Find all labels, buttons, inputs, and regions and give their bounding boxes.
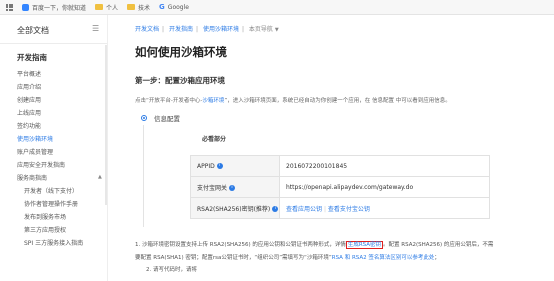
sidebar-section-title[interactable]: 开发指南 (17, 52, 47, 63)
breadcrumb-item[interactable]: 使用沙箱环境 (203, 26, 239, 33)
must-read-label: 必看部分 (202, 136, 227, 143)
sidebar-subitem-collaborator[interactable]: 协作者管理操作手册 (24, 199, 78, 208)
info-icon[interactable]: i (272, 206, 279, 212)
bookmark-google[interactable]: G Google (159, 3, 189, 11)
info-config-heading: 信息配置 (141, 113, 180, 123)
bookmarks-bar: 百度一下，你就知道 个人 技术 G Google (0, 0, 554, 15)
sidebar-subitem-publish-market[interactable]: 发布到服务市场 (24, 212, 66, 221)
google-icon: G (159, 3, 165, 11)
appid-key: APPID (197, 162, 215, 170)
hamburger-icon[interactable]: ☰ (92, 24, 99, 33)
note-2: 2. 请写代码时，请将 (146, 267, 197, 273)
sidebar-subitem-third-party-auth[interactable]: 第三方应用授权 (24, 225, 66, 234)
baidu-icon (22, 3, 29, 11)
sidebar-item-security-guide[interactable]: 应用安全开发指南 (17, 160, 65, 169)
page-nav-dropdown[interactable]: 本页导航 (249, 26, 273, 33)
table-row: 支付宝网关 i https://openapi.alipaydev.com/gat… (190, 176, 490, 198)
sidebar-item-launch-app[interactable]: 上线应用 (17, 108, 41, 117)
info-icon[interactable]: i (216, 163, 223, 169)
note-1: 1. 沙箱环境密钥设置支持上传 RSA2(SHA256) 的应用公钥和公钥证书两… (135, 240, 494, 249)
sidebar-item-app-intro[interactable]: 应用介绍 (17, 82, 41, 91)
gateway-value: https://openapi.alipaydev.com/gateway.do (279, 176, 490, 198)
sidebar-subitem-offline-pay[interactable]: 开发者（线下支付） (24, 186, 78, 195)
sidebar-item-account-members[interactable]: 账户成员管理 (17, 147, 53, 156)
bookmark-label: 个人 (106, 4, 119, 12)
sidebar-item-platform-overview[interactable]: 平台概述 (17, 69, 41, 78)
rsa2-value: 查看应用公钥 | 查看支付宝公钥 (279, 197, 490, 219)
desc-suffix: ”，进入沙箱环境页面，系统已经自动为你创建一个应用，在 信息配置 中可以看到应用… (224, 98, 451, 104)
note-1-continued: 要配置 RSA(SHA1) 密钥；配置rsa公钥证书时，“组织公司”需填写为“沙… (135, 253, 440, 261)
bookmark-folder-tech[interactable]: 技术 (127, 3, 150, 12)
table-row: APPID i 2016072200101845 (190, 155, 490, 177)
generate-rsa-key-link[interactable]: 生成RSA密钥 (345, 241, 384, 249)
note1-suffix: 。配置 RSA2(SHA256) 的应用公钥后，不需 (383, 242, 494, 248)
note1b-prefix: 要配置 RSA(SHA1) 密钥；配置rsa公钥证书时，“组织公司”需填写为“沙… (135, 255, 332, 261)
sidebar-item-sandbox[interactable]: 使用沙箱环境 (17, 134, 53, 143)
step-title: 第一步：配置沙箱应用环境 (135, 76, 225, 85)
bookmark-label: 百度一下，你就知道 (32, 4, 87, 12)
sidebar-header: 全部文档 ☰ (0, 15, 107, 44)
info-icon[interactable]: i (229, 185, 236, 191)
view-app-public-key-link[interactable]: 查看应用公钥 (286, 206, 322, 213)
appid-value: 2016072200101845 (279, 155, 490, 177)
breadcrumb: 开发文档 | 开发指南 | 使用沙箱环境 | 本页导航 ▼ (135, 26, 279, 33)
sandbox-link[interactable]: 沙箱环境 (202, 98, 224, 104)
chevron-up-icon[interactable]: ▲ (98, 174, 102, 180)
note1b-suffix: ； (434, 255, 440, 261)
breadcrumb-item[interactable]: 开发文档 (135, 26, 159, 33)
table-row: RSA2(SHA256)密钥(推荐) i 查看应用公钥 | 查看支付宝公钥 (190, 197, 490, 219)
bookmark-label: Google (167, 3, 189, 11)
table-key: APPID i (190, 155, 280, 177)
table-key: RSA2(SHA256)密钥(推荐) i (190, 197, 280, 219)
description-text: 点击“开放平台-开发者中心-沙箱环境”，进入沙箱环境页面，系统已经自动为你创建一… (135, 96, 451, 104)
sidebar-scrollbar[interactable] (105, 45, 107, 205)
rsa2-key: RSA2(SHA256)密钥(推荐) (197, 205, 271, 213)
timeline-line (143, 125, 144, 227)
radio-dot-icon (141, 115, 147, 121)
page-title: 如何使用沙箱环境 (135, 45, 227, 59)
bookmark-folder-personal[interactable]: 个人 (95, 3, 118, 12)
rsa-diff-link[interactable]: RSA 和 RSA2 签名算法区别可以参考此处 (332, 255, 435, 261)
sidebar-item-create-app[interactable]: 创建应用 (17, 95, 41, 104)
folder-icon (95, 4, 104, 10)
breadcrumb-item[interactable]: 开发指南 (169, 26, 193, 33)
note1-prefix: 1. 沙箱环境密钥设置支持上传 RSA2(SHA256) 的应用公钥和公钥证书两… (135, 242, 346, 248)
desc-prefix: 点击“开放平台-开发者中心- (135, 98, 203, 104)
sidebar-item-signing[interactable]: 签约功能 (17, 121, 41, 130)
gateway-key: 支付宝网关 (197, 184, 228, 192)
sidebar-subitem-spi-guide[interactable]: SPI 三方服务接入指南 (24, 238, 83, 247)
bookmark-baidu[interactable]: 百度一下，你就知道 (22, 3, 86, 12)
sidebar-title[interactable]: 全部文档 (17, 25, 49, 36)
folder-icon (127, 4, 136, 10)
view-alipay-public-key-link[interactable]: 查看支付宝公钥 (328, 206, 370, 213)
bookmark-label: 技术 (138, 4, 151, 12)
sidebar-item-provider-guide[interactable]: 服务商指南 (17, 173, 47, 182)
apps-grid-icon (6, 3, 13, 11)
config-table: APPID i 2016072200101845 支付宝网关 i https://o… (190, 155, 490, 219)
apps-button[interactable] (6, 3, 13, 11)
sidebar: 全部文档 ☰ 开发指南 平台概述 应用介绍 创建应用 上线应用 签约功能 使用沙… (0, 15, 108, 281)
chevron-down-icon[interactable]: ▼ (275, 27, 279, 33)
info-config-label: 信息配置 (154, 115, 180, 123)
table-key: 支付宝网关 i (190, 176, 280, 198)
